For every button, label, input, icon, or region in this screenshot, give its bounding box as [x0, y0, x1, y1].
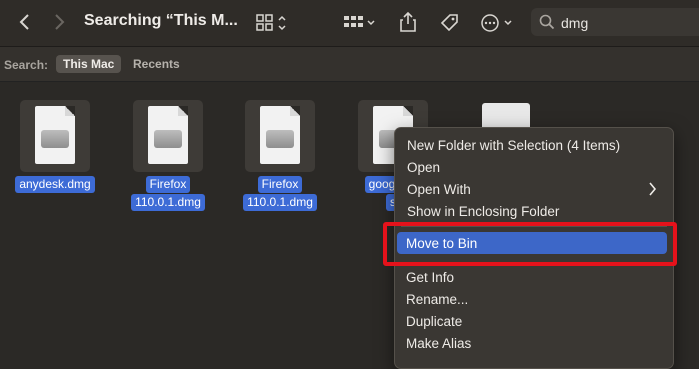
file-name: Firefox [145, 176, 191, 193]
scope-recents-button[interactable]: Recents [126, 55, 187, 73]
file-name: Firefox [257, 176, 303, 193]
context-menu-lower: Get Info Rename... Duplicate Make Alias [394, 266, 672, 357]
tag-icon[interactable] [437, 11, 461, 35]
file-item[interactable]: anydesk.dmg [5, 100, 105, 193]
menu-item-show-in-enclosing-folder[interactable]: Show in Enclosing Folder [407, 204, 559, 219]
scope-label: Search: [4, 58, 49, 72]
more-icon[interactable] [480, 11, 518, 35]
menu-item-new-folder-with-selection[interactable]: New Folder with Selection (4 Items) [407, 138, 620, 153]
dmg-file-icon [133, 100, 203, 172]
annotation-highlight-box [383, 222, 677, 266]
grid-view-icon[interactable] [255, 12, 291, 34]
search-input[interactable] [559, 12, 693, 34]
window-title: Searching “This M... [84, 12, 238, 29]
chevron-right-icon [649, 182, 657, 196]
menu-item-duplicate[interactable]: Duplicate [406, 314, 462, 329]
dmg-file-icon [20, 100, 90, 172]
dmg-file-icon [245, 100, 315, 172]
menu-item-rename[interactable]: Rename... [406, 292, 468, 307]
file-name-line2: 110.0.1.dmg [243, 194, 317, 211]
menu-item-open[interactable]: Open [407, 160, 440, 175]
scope-this-mac-button[interactable]: This Mac [56, 55, 122, 73]
search-field[interactable] [531, 8, 699, 36]
finder-toolbar: Searching “This M... [0, 0, 699, 47]
file-item[interactable]: Firefox 110.0.1.dmg [230, 100, 330, 211]
file-item[interactable]: Firefox 110.0.1.dmg [118, 100, 218, 211]
file-name: anydesk.dmg [15, 176, 95, 193]
menu-item-make-alias[interactable]: Make Alias [406, 336, 471, 351]
search-icon [539, 14, 555, 30]
menu-item-open-with[interactable]: Open With [407, 182, 471, 197]
share-icon[interactable] [397, 10, 419, 34]
forward-icon[interactable] [50, 12, 70, 32]
back-icon[interactable] [14, 12, 34, 32]
search-scope-bar: Search: This Mac Recents [0, 47, 699, 82]
menu-item-get-info[interactable]: Get Info [406, 270, 454, 285]
file-name-line2: 110.0.1.dmg [131, 194, 205, 211]
group-icon[interactable] [342, 12, 378, 34]
